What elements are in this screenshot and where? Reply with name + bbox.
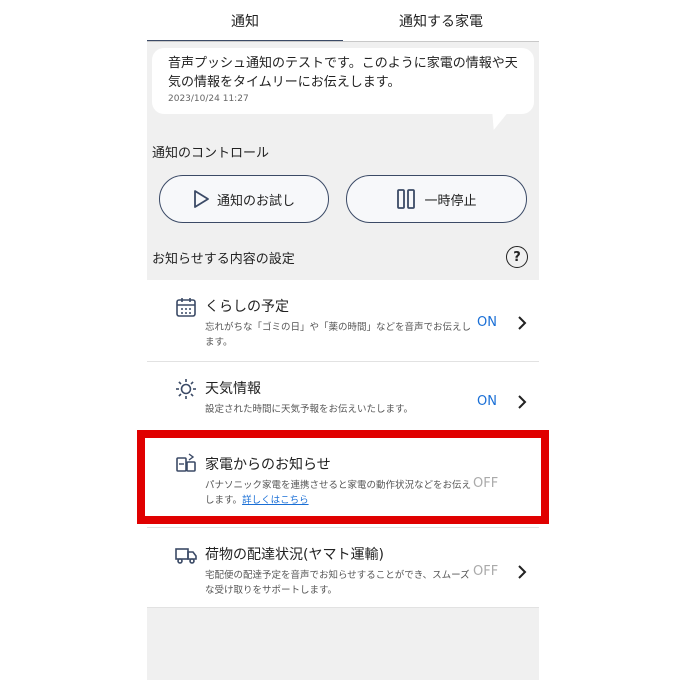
setting-title: 天気情報	[205, 381, 261, 397]
app-screen: 通知 通知する家電 音声プッシュ通知のテストです。このように家電の情報や天気の情…	[147, 0, 539, 680]
tab-divider	[147, 41, 539, 42]
setting-item-delivery[interactable]: 荷物の配達状況(ヤマト運輸) 宅配便の配達予定を音声でお知らせすることができ、ス…	[147, 528, 539, 608]
tab-notifications[interactable]: 通知	[147, 0, 343, 42]
tab-label: 通知する家電	[399, 14, 483, 30]
setting-description: 設定された時間に天気予報をお伝えいたします。	[205, 404, 414, 415]
setting-item-weather[interactable]: 天気情報 設定された時間に天気予報をお伝えいたします。 ON	[147, 362, 539, 432]
tab-notifying-appliances[interactable]: 通知する家電	[343, 0, 539, 42]
notification-bubble: 音声プッシュ通知のテストです。このように家電の情報や天気の情報をタイムリーにお伝…	[152, 48, 534, 114]
tab-bar: 通知 通知する家電	[147, 0, 539, 42]
highlight-frame	[137, 430, 549, 524]
tab-label: 通知	[231, 14, 259, 30]
try-notification-label: 通知のお試し	[216, 193, 295, 209]
pause-label: 一時停止	[424, 193, 477, 209]
sun-icon	[176, 379, 196, 399]
bubble-tail	[485, 112, 509, 130]
setting-item-schedule[interactable]: くらしの予定 忘れがちな「ゴミの日」や「薬の時間」などを音声でお伝えします。 O…	[147, 280, 539, 362]
notification-text: 音声プッシュ通知のテストです。このように家電の情報や天気の情報をタイムリーにお伝…	[168, 56, 518, 90]
play-icon	[194, 190, 209, 208]
truck-icon	[175, 548, 197, 564]
pause-button[interactable]: 一時停止	[346, 175, 527, 223]
setting-description: 忘れがちな「ゴミの日」や「薬の時間」などを音声でお伝えします。	[205, 322, 472, 348]
setting-status: ON	[477, 315, 497, 330]
settings-section-title: お知らせする内容の設定	[152, 252, 295, 267]
setting-status: ON	[477, 394, 497, 409]
setting-status: OFF	[473, 564, 499, 579]
control-section-title: 通知のコントロール	[152, 146, 270, 161]
chevron-right-icon	[518, 395, 527, 409]
setting-description: 宅配便の配達予定を音声でお知らせすることができ、スムーズな受け取りをサポートしま…	[205, 570, 470, 596]
chevron-right-icon	[518, 565, 527, 579]
notification-timestamp: 2023/10/24 11:27	[168, 94, 249, 104]
setting-title: くらしの予定	[205, 299, 289, 315]
try-notification-button[interactable]: 通知のお試し	[159, 175, 329, 223]
setting-title: 荷物の配達状況(ヤマト運輸)	[205, 547, 384, 563]
calendar-icon	[176, 298, 196, 317]
pause-icon	[397, 189, 416, 209]
help-icon[interactable]: ?	[506, 246, 528, 268]
chevron-right-icon	[518, 316, 527, 330]
